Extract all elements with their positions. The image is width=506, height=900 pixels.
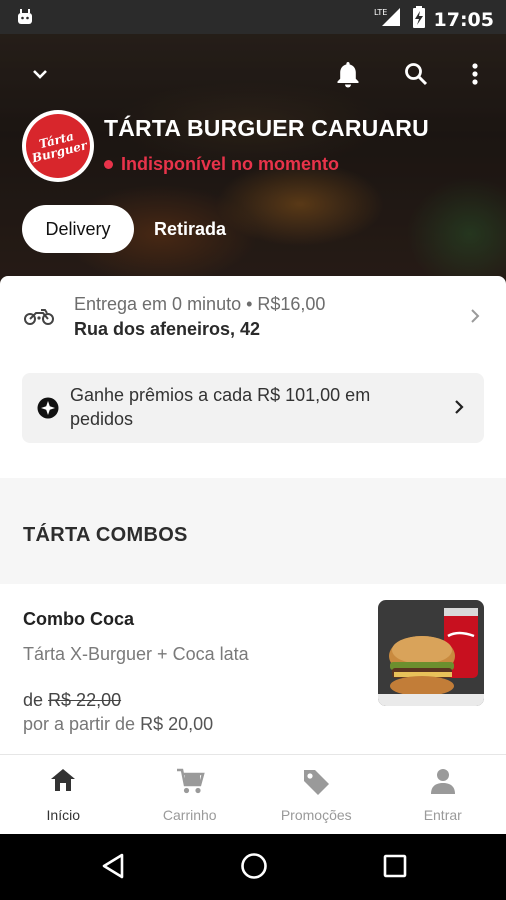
product-old-price: de R$ 22,00 <box>23 690 121 711</box>
tab-retirada[interactable]: Retirada <box>144 205 236 253</box>
nav-inicio-label: Início <box>46 807 80 823</box>
chevron-right-icon <box>454 399 464 420</box>
svg-text:LTE: LTE <box>374 8 387 17</box>
store-content: Entrega em 0 minuto • R$16,00 Rua dos af… <box>0 276 506 754</box>
delivery-info-row[interactable]: Entrega em 0 minuto • R$16,00 Rua dos af… <box>0 276 506 360</box>
chevron-down-icon[interactable] <box>20 54 60 94</box>
bottom-navigation: Início Carrinho Promoções Entrar <box>0 754 506 834</box>
store-header: Tárta Burguer TÁRTA BURGUER CARUARU Indi… <box>0 34 506 284</box>
nav-carrinho-label: Carrinho <box>162 807 217 823</box>
signal-icon: LTE <box>374 6 404 33</box>
motorcycle-icon <box>24 306 54 331</box>
product-card[interactable]: Combo Coca Tárta X-Burguer + Coca lata d… <box>0 584 506 754</box>
clock: 17:05 <box>433 8 494 31</box>
tab-delivery[interactable]: Delivery <box>22 205 134 253</box>
old-price-value: R$ 22,00 <box>48 690 122 710</box>
product-name: Combo Coca <box>23 609 135 629</box>
new-price-value: R$ 20,00 <box>140 714 214 734</box>
nav-inicio[interactable]: Início <box>0 755 127 835</box>
system-navigation-bar <box>0 834 506 900</box>
bell-icon[interactable] <box>328 54 368 94</box>
new-price-prefix: por a partir de <box>23 714 136 734</box>
product-new-price: por a partir de R$ 20,00 <box>23 714 213 735</box>
product-description: Tárta X-Burguer + Coca lata <box>23 644 249 664</box>
chevron-right-icon <box>470 308 480 329</box>
section-header: TÁRTA COMBOS <box>0 478 506 584</box>
store-logo: Tárta Burguer <box>19 107 97 185</box>
reward-star-icon <box>37 397 59 424</box>
rewards-text: Ganhe prêmios a cada R$ 101,00 em pedido… <box>70 385 371 429</box>
nav-carrinho[interactable]: Carrinho <box>127 755 254 835</box>
section-title: TÁRTA COMBOS <box>23 524 188 546</box>
delivery-address: Rua dos afeneiros, 42 <box>74 319 261 339</box>
nav-promocoes-label: Promoções <box>280 807 352 823</box>
back-icon[interactable] <box>100 852 126 885</box>
recents-icon[interactable] <box>382 852 408 885</box>
old-price-prefix: de <box>23 690 44 710</box>
status-bar: LTE 17:05 <box>0 0 506 34</box>
nav-entrar[interactable]: Entrar <box>380 755 506 835</box>
store-status-text: Indisponível no momento <box>121 154 340 174</box>
home-icon <box>49 767 77 798</box>
more-vert-icon[interactable] <box>455 54 495 94</box>
product-image[interactable] <box>378 600 484 706</box>
delivery-eta: Entrega em 0 minuto • R$16,00 <box>74 294 326 314</box>
status-dot-icon <box>104 160 113 169</box>
home-circle-icon[interactable] <box>240 852 268 885</box>
store-name: TÁRTA BURGUER CARUARU <box>104 115 429 141</box>
nav-promocoes[interactable]: Promoções <box>253 755 380 835</box>
tag-icon <box>301 767 331 802</box>
search-icon[interactable] <box>396 54 436 94</box>
rewards-banner[interactable]: Ganhe prêmios a cada R$ 101,00 em pedido… <box>22 373 484 443</box>
android-notification-icon <box>16 8 34 31</box>
nav-entrar-label: Entrar <box>423 807 462 823</box>
person-icon <box>430 767 456 800</box>
store-status: Indisponível no momento <box>104 154 339 175</box>
cart-icon <box>175 767 205 800</box>
battery-charging-icon <box>412 6 426 33</box>
